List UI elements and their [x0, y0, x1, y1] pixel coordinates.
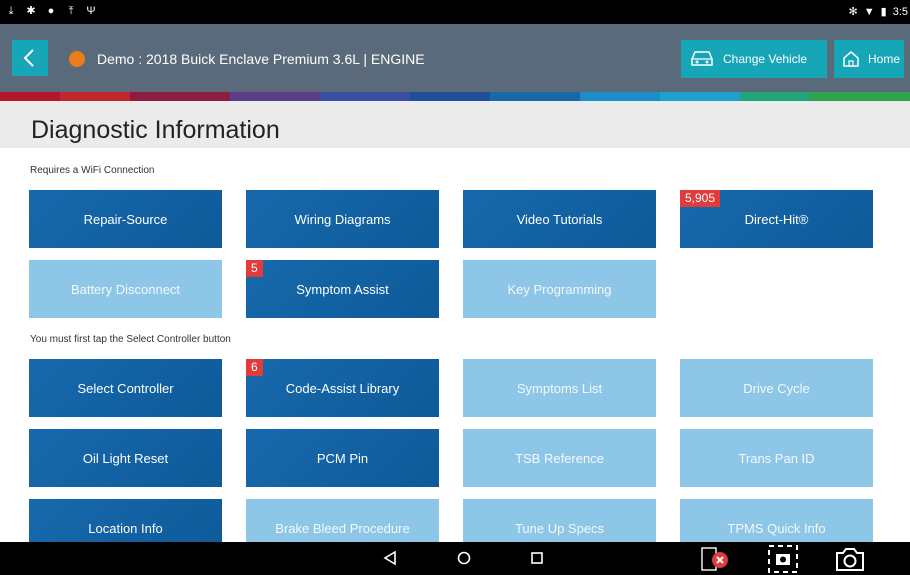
tile-label: Repair-Source [83, 211, 168, 227]
status-icons-left: ⤓ ✱ ● ⤒ Ψ [6, 5, 96, 17]
vehicle-title: Demo : 2018 Buick Enclave Premium 3.6L |… [97, 51, 425, 67]
direct-hit-badge: 5,905 [680, 190, 721, 207]
recents-square-icon[interactable] [530, 550, 544, 566]
car-icon [691, 51, 713, 66]
tile-label: TPMS Quick Info [727, 520, 826, 536]
change-vehicle-label: Change Vehicle [723, 52, 808, 66]
tile-select-controller[interactable]: Select Controller [29, 359, 222, 417]
clock: 3:5 [892, 5, 908, 18]
tile-label: Select Controller [77, 380, 174, 396]
tile-tsb-reference[interactable]: TSB Reference [463, 429, 656, 487]
home-button[interactable]: Home [834, 40, 904, 78]
tile-code-assist-library[interactable]: 6 Code-Assist Library [246, 359, 439, 417]
tile-label: Key Programming [507, 281, 612, 297]
tile-label: Code-Assist Library [285, 380, 400, 396]
page-title: Diagnostic Information [31, 116, 280, 144]
tile-label: TSB Reference [515, 450, 604, 466]
usb-icon: Ψ [86, 5, 96, 17]
tile-label: PCM Pin [316, 450, 369, 466]
close-recording-icon[interactable] [698, 546, 734, 572]
tile-label: Symptoms List [516, 380, 603, 396]
download-icon: ⤓ [8, 5, 14, 17]
back-triangle-icon[interactable] [383, 550, 397, 566]
home-icon [843, 51, 859, 67]
tile-label: Trans Pan ID [738, 450, 815, 466]
vehicle-status-dot [69, 51, 85, 67]
bluetooth-icon: ✻ [848, 6, 858, 18]
home-label: Home [868, 52, 901, 66]
tile-trans-pan-id[interactable]: Trans Pan ID [680, 429, 873, 487]
status-bar: ⤓ ✱ ● ⤒ Ψ ✻ ▼ ▮ 3:5 [0, 0, 910, 24]
tile-repair-source[interactable]: Repair-Source [29, 190, 222, 248]
tile-battery-disconnect[interactable]: Battery Disconnect [29, 260, 222, 318]
controller-section-label: You must first tap the Select Controller… [30, 334, 231, 345]
tile-wiring-diagrams[interactable]: Wiring Diagrams [246, 190, 439, 248]
tile-label: Tune Up Specs [514, 520, 605, 536]
tile-symptoms-list[interactable]: Symptoms List [463, 359, 656, 417]
battery-icon: ▮ [880, 6, 887, 18]
tile-label: Location Info [88, 520, 163, 536]
tile-video-tutorials[interactable]: Video Tutorials [463, 190, 656, 248]
upload-icon: ⤒ [68, 5, 74, 17]
tile-oil-light-reset[interactable]: Oil Light Reset [29, 429, 222, 487]
home-circle-icon[interactable] [456, 550, 472, 566]
tile-label: Drive Cycle [743, 380, 810, 396]
tile-key-programming[interactable]: Key Programming [463, 260, 656, 318]
tile-direct-hit[interactable]: 5,905 Direct-Hit® [680, 190, 873, 248]
status-icons-right: ✻ ▼ ▮ 3:5 [848, 5, 908, 19]
tile-drive-cycle[interactable]: Drive Cycle [680, 359, 873, 417]
screenshot-region-icon[interactable] [767, 544, 799, 574]
symptom-assist-badge: 5 [246, 260, 263, 277]
tile-symptom-assist[interactable]: 5 Symptom Assist [246, 260, 439, 318]
tile-label: Wiring Diagrams [294, 211, 391, 227]
tile-label: Direct-Hit® [744, 211, 809, 227]
bug-icon: ✱ [26, 5, 36, 17]
change-vehicle-button[interactable]: Change Vehicle [681, 40, 827, 78]
wifi-icon: ▼ [863, 5, 875, 18]
tile-pcm-pin[interactable]: PCM Pin [246, 429, 439, 487]
tile-label: Video Tutorials [516, 211, 603, 227]
tile-label: Battery Disconnect [70, 281, 181, 297]
notification-icon: ● [47, 5, 55, 17]
wifi-section-label: Requires a WiFi Connection [30, 165, 155, 176]
camera-icon[interactable] [834, 545, 866, 573]
tile-label: Symptom Assist [296, 281, 389, 297]
back-button[interactable] [12, 40, 48, 76]
tile-label: Brake Bleed Procedure [275, 520, 410, 536]
code-assist-badge: 6 [246, 359, 263, 376]
navigation-bar [0, 542, 910, 575]
tile-label: Oil Light Reset [82, 450, 169, 466]
brand-color-strip [0, 92, 910, 101]
chevron-left-icon [23, 49, 34, 67]
